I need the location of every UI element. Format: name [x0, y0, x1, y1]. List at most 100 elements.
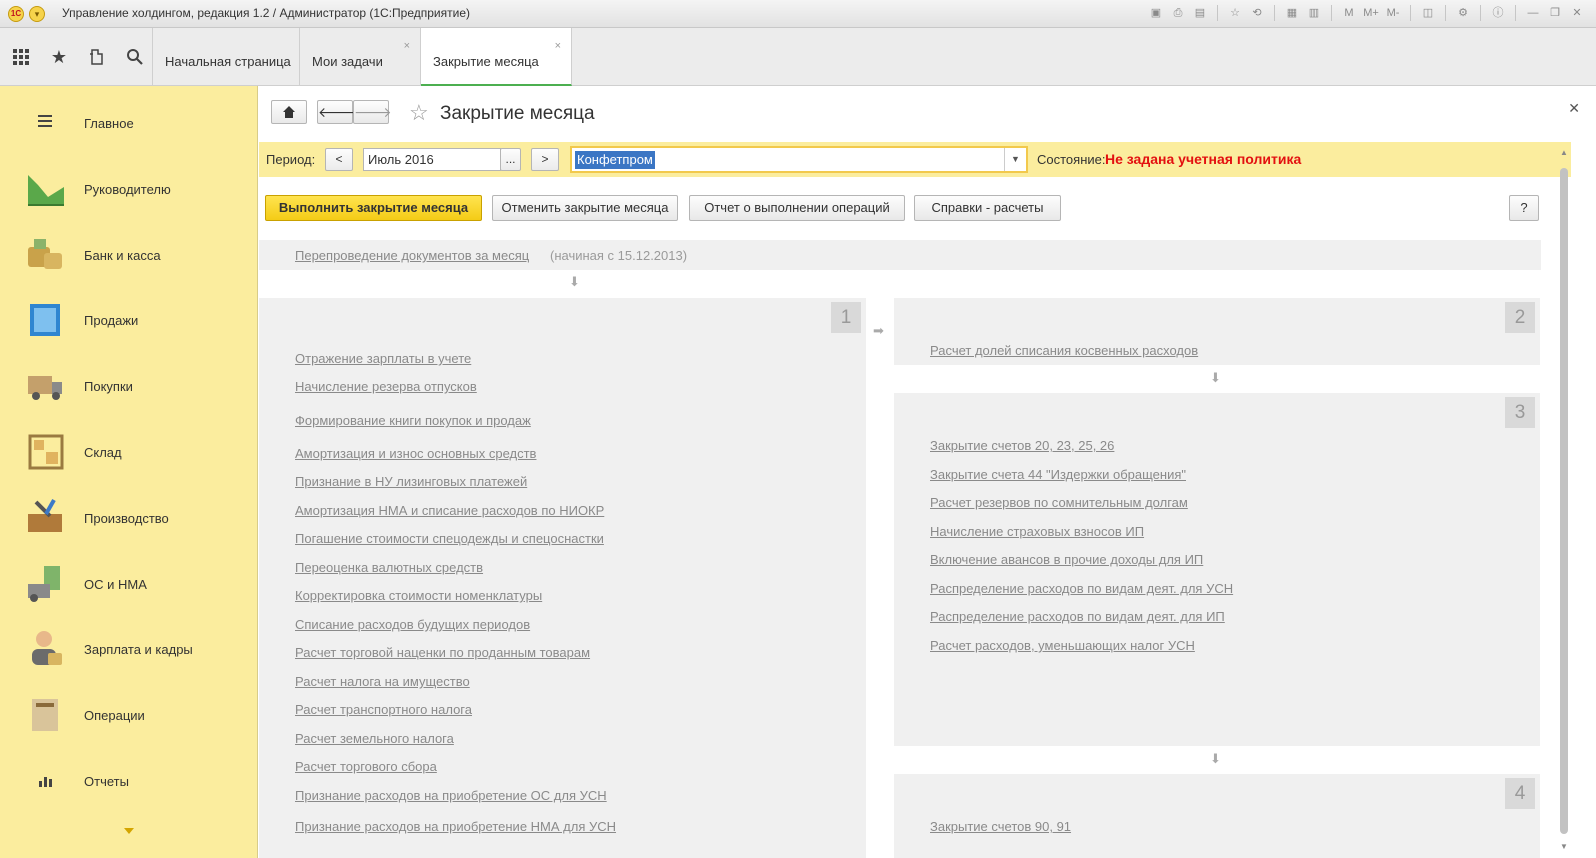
scroll-up-icon[interactable]: ▲: [1560, 148, 1568, 157]
sidebar-item[interactable]: Отчеты: [0, 747, 258, 813]
m-icon[interactable]: M: [1340, 4, 1358, 22]
settings-icon[interactable]: ⚙: [1454, 4, 1472, 22]
operation-link[interactable]: Погашение стоимости спецодежды и спецосн…: [295, 531, 604, 546]
toolbar-separator: [1515, 5, 1516, 21]
operation-link[interactable]: Признание в НУ лизинговых платежей: [295, 474, 527, 489]
operation-link[interactable]: Расчет земельного налога: [295, 731, 454, 746]
print-icon[interactable]: ⎙: [1169, 4, 1187, 22]
operation-link[interactable]: Корректировка стоимости номенклатуры: [295, 588, 542, 603]
apps-grid-icon[interactable]: [4, 39, 38, 75]
forward-button[interactable]: 🡒: [353, 100, 392, 124]
operation-link[interactable]: Признание расходов на приобретение НМА д…: [295, 819, 616, 834]
tab-close-icon[interactable]: ×: [404, 40, 410, 52]
next-period-button[interactable]: >: [531, 148, 559, 171]
group-number-badge: 1: [831, 302, 861, 333]
tab-month-closing[interactable]: Закрытие месяца ×: [421, 28, 572, 86]
operation-link[interactable]: Включение авансов в прочие доходы для ИП: [930, 552, 1203, 567]
calendar-icon[interactable]: ▥: [1305, 4, 1323, 22]
preview-icon[interactable]: ▤: [1191, 4, 1209, 22]
home-button[interactable]: [271, 100, 307, 124]
favorites-star-icon[interactable]: ★: [42, 39, 76, 75]
sidebar-item-label: Отчеты: [84, 774, 129, 789]
favorite-add-icon[interactable]: ☆: [1226, 4, 1244, 22]
prev-period-button[interactable]: <: [325, 148, 353, 171]
main-menu-icon[interactable]: ▾: [29, 6, 45, 22]
minimize-icon[interactable]: —: [1524, 4, 1542, 22]
m-plus-icon[interactable]: M+: [1362, 4, 1380, 22]
operation-link[interactable]: Расчет резервов по сомнительным долгам: [930, 495, 1188, 510]
scroll-down-icon[interactable]: ▼: [1560, 842, 1568, 851]
calc-icon[interactable]: ▦: [1283, 4, 1301, 22]
toolbar-separator: [1410, 5, 1411, 21]
search-icon[interactable]: [118, 39, 152, 75]
period-field[interactable]: Июль 2016: [363, 148, 501, 171]
group-panel-2: 2 Расчет долей списания косвенных расход…: [894, 298, 1540, 365]
operation-link[interactable]: Отражение зарплаты в учете: [295, 351, 471, 366]
sidebar-item[interactable]: Производство: [0, 484, 258, 550]
repost-bar: Перепроведение документов за месяц (начи…: [259, 240, 1541, 270]
arrow-right-icon: ➡: [873, 323, 884, 338]
tab-home[interactable]: Начальная страница: [153, 28, 300, 86]
m-minus-icon[interactable]: M-: [1384, 4, 1402, 22]
operation-link[interactable]: Списание расходов будущих периодов: [295, 617, 530, 632]
operation-link[interactable]: Признание расходов на приобретение ОС дл…: [295, 788, 607, 803]
operation-link[interactable]: Расчет расходов, уменьшающих налог УСН: [930, 638, 1195, 653]
operation-link[interactable]: Расчет налога на имущество: [295, 674, 470, 689]
operation-link[interactable]: Распределение расходов по видам деят. дл…: [930, 609, 1225, 624]
operations-report-button[interactable]: Отчет о выполнении операций: [689, 195, 905, 221]
operation-link[interactable]: Расчет торгового сбора: [295, 759, 437, 774]
operation-link[interactable]: Расчет транспортного налога: [295, 702, 472, 717]
operation-link[interactable]: Начисление страховых взносов ИП: [930, 524, 1144, 539]
sidebar-item[interactable]: Операции: [0, 681, 258, 747]
close-form-icon[interactable]: ✕: [1568, 100, 1580, 117]
operation-link[interactable]: Распределение расходов по видам деят. дл…: [930, 581, 1233, 596]
tab-home-label: Начальная страница: [165, 54, 291, 69]
sidebar-item[interactable]: Покупки: [0, 352, 258, 418]
toolbar-separator: [1274, 5, 1275, 21]
repost-documents-link[interactable]: Перепроведение документов за месяц: [295, 248, 529, 263]
sidebar-item[interactable]: Продажи: [0, 286, 258, 352]
operation-link[interactable]: Закрытие счетов 20, 23, 25, 26: [930, 438, 1114, 453]
favorite-star-icon[interactable]: ☆: [409, 100, 429, 126]
sidebar-item[interactable]: Главное: [0, 89, 258, 155]
close-icon[interactable]: ✕: [1568, 4, 1586, 22]
scrollbar-thumb[interactable]: [1560, 168, 1568, 834]
back-button[interactable]: 🡐: [317, 100, 356, 124]
operation-link[interactable]: Переоценка валютных средств: [295, 560, 483, 575]
period-select-button[interactable]: ...: [500, 148, 521, 171]
operation-link[interactable]: Закрытие счета 44 "Издержки обращения": [930, 467, 1186, 482]
operation-link[interactable]: Закрытие счетов 90, 91: [930, 819, 1071, 834]
toolbar-separator: [1445, 5, 1446, 21]
operation-link[interactable]: Амортизация и износ основных средств: [295, 446, 536, 461]
tab-my-tasks[interactable]: Мои задачи ×: [300, 28, 421, 86]
sidebar-item-label: Операции: [84, 708, 145, 724]
sidebar-item[interactable]: Банк и касса: [0, 221, 258, 287]
operation-link[interactable]: Расчет долей списания косвенных расходов: [930, 343, 1198, 358]
sidebar-item[interactable]: Склад: [0, 418, 258, 484]
help-button[interactable]: ?: [1509, 195, 1539, 221]
folder-icon: [24, 693, 68, 735]
save-icon[interactable]: ▣: [1147, 4, 1165, 22]
operation-link[interactable]: Расчет торговой наценки по проданным тов…: [295, 645, 590, 660]
history-icon[interactable]: [80, 39, 114, 75]
operation-link[interactable]: Амортизация НМА и списание расходов по Н…: [295, 503, 604, 518]
cancel-closing-button[interactable]: Отменить закрытие месяца: [492, 195, 678, 221]
operation-link[interactable]: Начисление резерва отпусков: [295, 379, 477, 394]
scroll-more-icon[interactable]: [124, 828, 134, 834]
restore-icon[interactable]: ❐: [1546, 4, 1564, 22]
vertical-scrollbar[interactable]: ▲ ▼: [1558, 144, 1570, 856]
state-value: Не задана учетная политика: [1105, 151, 1302, 167]
sidebar-item[interactable]: Руководителю: [0, 155, 258, 221]
history-icon[interactable]: ⟲: [1248, 4, 1266, 22]
chevron-down-icon[interactable]: ▼: [1004, 148, 1026, 171]
panel-icon[interactable]: ◫: [1419, 4, 1437, 22]
organization-field[interactable]: Конфетпром ▼: [570, 146, 1028, 173]
info-icon[interactable]: ⓘ: [1489, 4, 1507, 22]
execute-closing-button[interactable]: Выполнить закрытие месяца: [265, 195, 482, 221]
equipment-icon: [24, 562, 68, 604]
sidebar-item[interactable]: Зарплата и кадры: [0, 615, 258, 681]
tab-close-icon[interactable]: ×: [555, 40, 561, 52]
operation-link[interactable]: Формирование книги покупок и продаж: [295, 413, 531, 428]
references-button[interactable]: Справки - расчеты: [914, 195, 1061, 221]
sidebar-item[interactable]: ОС и НМА: [0, 550, 258, 616]
